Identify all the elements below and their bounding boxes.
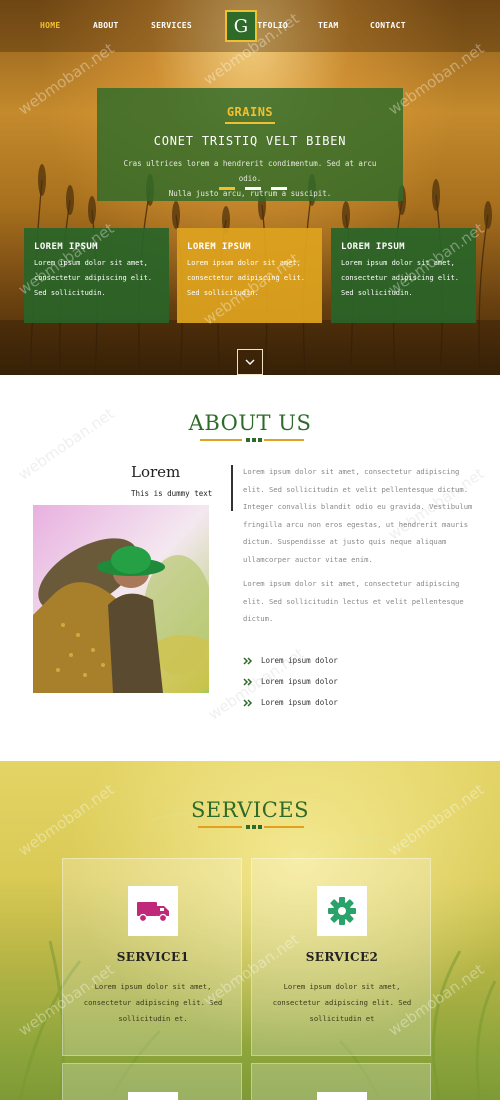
title-underline-right — [264, 439, 304, 441]
feature-box-2: LOREM IPSUM Lorem ipsum dolor sit amet, … — [177, 228, 322, 323]
feature-text-line: Lorem ipsum dolor sit amet, — [187, 259, 301, 267]
scroll-down-button[interactable] — [237, 349, 263, 375]
double-chevron-icon — [243, 677, 253, 686]
double-chevron-icon — [243, 698, 253, 707]
feature-text-line: Lorem ipsum dolor sit amet, — [341, 259, 455, 267]
service-icon-box — [128, 886, 178, 936]
services-section: SERVICES SERVICE1 Lorem ipsum dolor sit … — [0, 761, 500, 1100]
feature-title: LOREM IPSUM — [187, 242, 252, 252]
service-card-4[interactable] — [251, 1063, 431, 1100]
service-icon-box — [317, 1092, 367, 1100]
feature-text: Lorem ipsum dolor sit amet, consectetur … — [187, 256, 312, 301]
about-name: Lorem — [131, 463, 181, 481]
service-title: SERVICE1 — [116, 950, 190, 964]
list-item-label: Lorem ipsum dolor — [261, 698, 338, 707]
slider-dot-2[interactable] — [245, 187, 261, 190]
about-paragraph-1: Lorem ipsum dolor sit amet, consectetur … — [243, 467, 473, 564]
hero-section: HOME ABOUT SERVICES PORTFOLIO TEAM CONTA… — [0, 0, 500, 375]
banner-label: GRAINS — [226, 105, 274, 119]
list-item: Lorem ipsum dolor — [243, 671, 443, 692]
feature-text: Lorem ipsum dolor sit amet, consectetur … — [341, 256, 466, 301]
nav-services-link[interactable]: SERVICES — [151, 21, 192, 30]
site-logo[interactable]: G — [225, 10, 257, 42]
slider-dot-3[interactable] — [271, 187, 287, 190]
list-item: Lorem ipsum dolor — [243, 650, 443, 671]
about-paragraph-2: Lorem ipsum dolor sit amet, consectetur … — [243, 579, 464, 623]
feature-box-3: LOREM IPSUM Lorem ipsum dolor sit amet, … — [331, 228, 476, 323]
about-title: ABOUT US — [188, 411, 312, 435]
feature-title: LOREM IPSUM — [34, 242, 99, 252]
service-icon-box — [317, 886, 367, 936]
list-item-label: Lorem ipsum dolor — [261, 677, 338, 686]
feature-text-line: Sed sollicitudin. — [341, 289, 413, 297]
banner-heading: CONET TRISTIQ VELT BIBEN — [153, 134, 347, 148]
service-card-1[interactable]: SERVICE1 Lorem ipsum dolor sit amet, con… — [62, 858, 242, 1056]
title-underline-left — [198, 826, 242, 828]
service-title: SERVICE2 — [305, 950, 379, 964]
feature-text-line: Sed sollicitudin. — [187, 289, 259, 297]
logo-letter: G — [233, 15, 249, 37]
feature-text-line: consectetur adipiscing elit. — [187, 274, 306, 282]
service-card-2[interactable]: SERVICE2 Lorem ipsum dolor sit amet, con… — [251, 858, 431, 1056]
title-underline-right — [264, 826, 304, 828]
banner-text: Cras ultrices lorem a hendrerit condimen… — [111, 156, 389, 201]
farmer-photo — [33, 505, 209, 693]
title-dots — [246, 438, 262, 442]
list-item: Lorem ipsum dolor — [243, 692, 443, 713]
nav-about-link[interactable]: ABOUT — [93, 21, 119, 30]
truck-icon — [137, 902, 169, 923]
feature-box-1: LOREM IPSUM Lorem ipsum dolor sit amet, … — [24, 228, 169, 323]
service-icon-box — [128, 1092, 178, 1100]
list-item-label: Lorem ipsum dolor — [261, 656, 338, 665]
service-description: Lorem ipsum dolor sit amet, consectetur … — [83, 982, 223, 1023]
banner-underline — [225, 122, 275, 124]
nav-home-link[interactable]: HOME — [40, 21, 60, 30]
about-accent-bar — [231, 465, 233, 511]
double-chevron-icon — [243, 656, 253, 665]
slider-dot-1[interactable] — [219, 187, 235, 190]
chevron-down-icon — [245, 359, 255, 365]
service-description: Lorem ipsum dolor sit amet, consectetur … — [272, 982, 412, 1023]
about-section: ABOUT US Lorem This is dummy text Lorem … — [0, 375, 500, 761]
title-underline-left — [200, 439, 242, 441]
feature-text-line: Sed sollicitudin. — [34, 289, 106, 297]
feature-text-line: consectetur adipiscing elit. — [341, 274, 460, 282]
feature-text-line: Lorem ipsum dolor sit amet, — [34, 259, 148, 267]
services-title: SERVICES — [190, 798, 310, 822]
feature-text: Lorem ipsum dolor sit amet, consectetur … — [34, 256, 159, 301]
service-card-3[interactable] — [62, 1063, 242, 1100]
feature-title: LOREM IPSUM — [341, 242, 406, 252]
about-list: Lorem ipsum dolor Lorem ipsum dolor Lore… — [243, 650, 443, 713]
title-dots — [246, 825, 262, 829]
nav-team-link[interactable]: TEAM — [318, 21, 338, 30]
feature-text-line: consectetur adipiscing elit. — [34, 274, 153, 282]
gear-icon — [328, 897, 356, 925]
about-subtitle: This is dummy text — [131, 489, 213, 498]
nav-contact-link[interactable]: CONTACT — [370, 21, 406, 30]
hero-banner: GRAINS CONET TRISTIQ VELT BIBEN Cras ult… — [97, 88, 403, 201]
slider-dots — [219, 187, 289, 191]
banner-text-line1: Cras ultrices lorem a hendrerit condimen… — [123, 159, 377, 183]
